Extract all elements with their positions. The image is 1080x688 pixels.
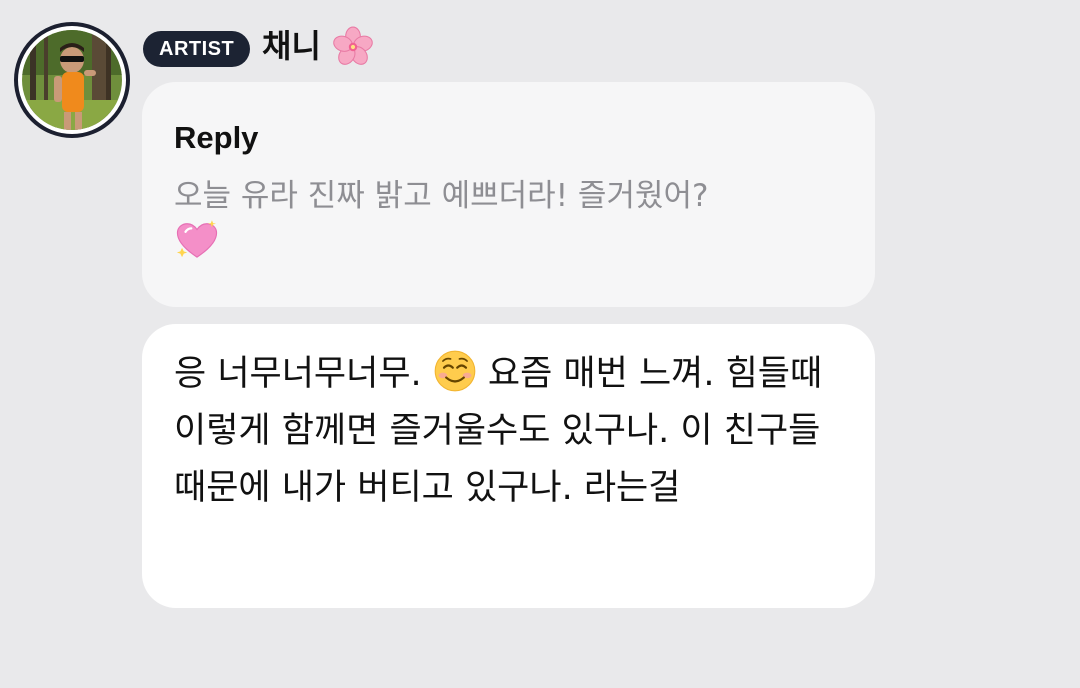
artist-badge: ARTIST	[143, 31, 251, 67]
cherry-blossom-icon	[333, 26, 373, 65]
message-text: 응 너무너무너무. 요즘 매번 느껴. 힘들때 이렇게 함께면 즐거울수도 있구…	[174, 346, 854, 517]
reply-quote-bubble[interactable]: Reply 오늘 유라 진짜 밝고 예쁘더라! 즐거웠어?	[142, 82, 875, 307]
avatar-photo	[22, 30, 122, 130]
reply-label: Reply	[174, 120, 259, 155]
avatar[interactable]	[14, 22, 130, 138]
sparkling-heart-icon	[176, 220, 218, 258]
author-name[interactable]: 채니	[262, 24, 321, 68]
message-text-part1: 응 너무너무너무.	[174, 354, 433, 394]
smiling-face-icon	[434, 350, 476, 392]
message-bubble[interactable]: 응 너무너무너무. 요즘 매번 느껴. 힘들때 이렇게 함께면 즐거울수도 있구…	[142, 324, 875, 608]
reply-quoted-text: 오늘 유라 진짜 밝고 예쁘더라! 즐거웠어?	[174, 174, 814, 266]
reply-quoted-text-content: 오늘 유라 진짜 밝고 예쁘더라! 즐거웠어?	[174, 178, 709, 214]
